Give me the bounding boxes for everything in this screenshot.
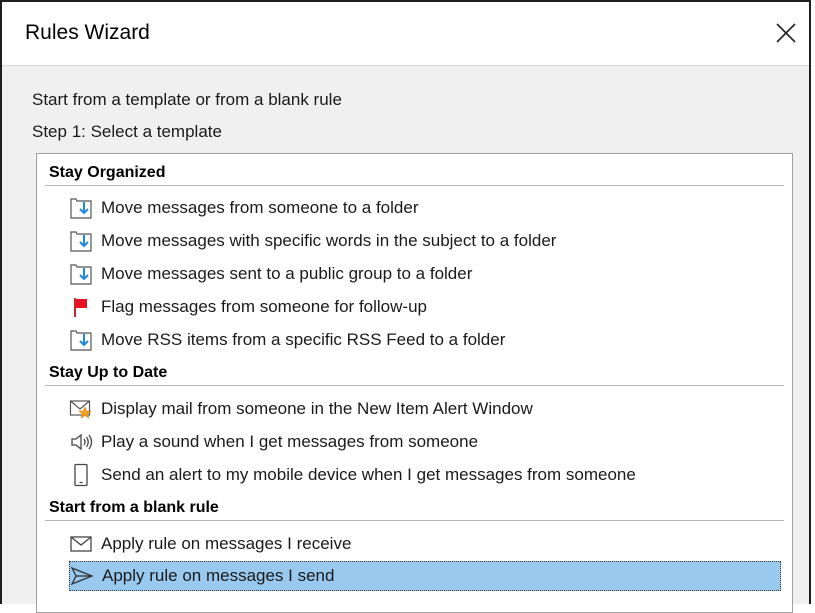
template-play-sound[interactable]: Play a sound when I get messages from so…: [69, 427, 478, 457]
group-header-blank-rule: Start from a blank rule: [49, 499, 219, 516]
envelope-icon: [69, 532, 93, 556]
move-to-folder-icon: [69, 262, 93, 286]
group-divider: [45, 185, 784, 186]
template-move-from-someone[interactable]: Move messages from someone to a folder: [69, 193, 418, 223]
template-label: Move RSS items from a specific RSS Feed …: [101, 330, 506, 349]
mobile-device-icon: [69, 463, 93, 487]
template-label: Move messages sent to a public group to …: [101, 264, 473, 283]
speaker-icon: [69, 430, 93, 454]
new-item-alert-icon: [69, 397, 93, 421]
move-to-folder-icon: [69, 229, 93, 253]
template-apply-on-send[interactable]: Apply rule on messages I send: [69, 561, 781, 591]
rules-wizard-dialog: Rules Wizard Start from a template or fr…: [0, 0, 811, 613]
group-header-stay-up-to-date: Stay Up to Date: [49, 364, 168, 381]
step-label: Step 1: Select a template: [32, 122, 222, 141]
template-label: Move messages from someone to a folder: [101, 198, 419, 217]
template-move-public-group[interactable]: Move messages sent to a public group to …: [69, 259, 472, 289]
template-new-item-alert[interactable]: Display mail from someone in the New Ite…: [69, 394, 533, 424]
move-to-folder-icon: [69, 196, 93, 220]
template-mobile-alert[interactable]: Send an alert to my mobile device when I…: [69, 460, 636, 490]
close-icon: [776, 23, 796, 43]
template-move-specific-words[interactable]: Move messages with specific words in the…: [69, 226, 556, 256]
close-button[interactable]: [769, 16, 803, 50]
template-list[interactable]: Stay Organized Move messages from someon…: [36, 153, 793, 613]
move-to-folder-icon: [69, 328, 93, 352]
group-divider: [45, 385, 784, 386]
group-header-stay-organized: Stay Organized: [49, 164, 166, 181]
template-label: Flag messages from someone for follow-up: [101, 297, 427, 316]
flag-icon: [69, 295, 93, 319]
template-label: Send an alert to my mobile device when I…: [101, 465, 636, 484]
send-icon: [70, 564, 94, 588]
group-divider: [45, 520, 784, 521]
wizard-prompt: Start from a template or from a blank ru…: [32, 90, 342, 109]
template-move-rss-items[interactable]: Move RSS items from a specific RSS Feed …: [69, 325, 505, 355]
template-apply-on-receive[interactable]: Apply rule on messages I receive: [69, 529, 351, 559]
template-label: Display mail from someone in the New Ite…: [101, 399, 533, 418]
template-label: Play a sound when I get messages from so…: [101, 432, 479, 451]
template-label: Apply rule on messages I receive: [101, 534, 352, 553]
template-label: Move messages with specific words in the…: [101, 231, 557, 250]
title-bar: Rules Wizard: [2, 2, 809, 66]
dialog-title: Rules Wizard: [25, 21, 150, 44]
template-label: Apply rule on messages I send: [102, 566, 335, 585]
template-flag-from-someone[interactable]: Flag messages from someone for follow-up: [69, 292, 427, 322]
